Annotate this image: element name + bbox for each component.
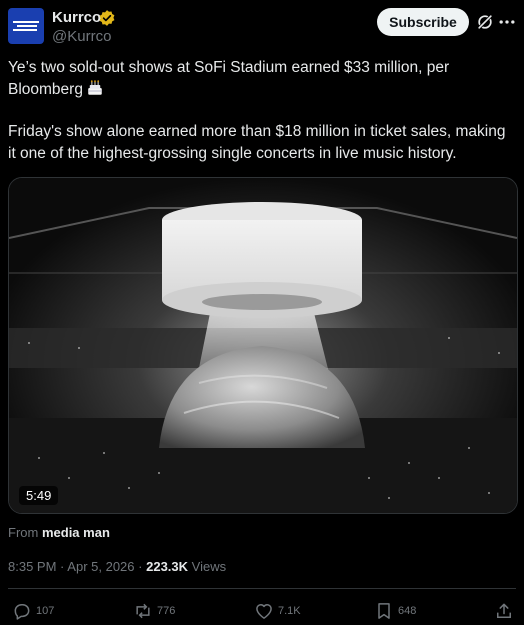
avatar[interactable] [8, 8, 44, 44]
source-prefix: From [8, 525, 39, 540]
repost-count: 776 [157, 605, 176, 617]
bookmark-count: 648 [398, 605, 417, 617]
tweet-text: Ye’s two sold-out shows at SoFi Stadium … [8, 57, 516, 185]
repost-icon [136, 603, 150, 619]
views-label: Views [191, 559, 227, 574]
repost-button[interactable]: 776 [133, 600, 175, 622]
bookmark-button[interactable]: 648 [374, 600, 416, 622]
like-button[interactable]: 7.1K [254, 600, 301, 622]
divider [8, 588, 516, 589]
video-player[interactable]: 5:49 [8, 177, 518, 514]
bookmark-icon [378, 603, 390, 619]
meta-separator: · [60, 559, 65, 574]
more-options-icon[interactable] [497, 12, 517, 32]
share-icon [497, 603, 511, 618]
like-count: 7.1K [278, 605, 301, 617]
tweet-paragraph-1-text: Ye’s two sold-out shows at SoFi Stadium … [8, 59, 450, 98]
heart-icon [256, 604, 272, 619]
tweet-date[interactable]: Apr 5, 2026 [67, 559, 134, 574]
birthday-cake-emoji-icon [88, 80, 102, 95]
author-name[interactable]: Kurrco [52, 9, 101, 26]
tweet-time[interactable]: 8:35 PM [8, 559, 56, 574]
verified-badge-icon [99, 10, 115, 26]
subscribe-button[interactable]: Subscribe [377, 8, 469, 36]
video-duration-badge: 5:49 [19, 486, 59, 505]
concert-video-thumbnail [9, 178, 517, 513]
share-button[interactable] [494, 600, 518, 622]
tweet-paragraph-1: Ye’s two sold-out shows at SoFi Stadium … [8, 57, 516, 101]
grok-icon[interactable] [475, 12, 495, 32]
tweet-paragraph-2: Friday's show alone earned more than $18… [8, 123, 506, 162]
source-attribution: From media man [8, 525, 110, 540]
views-count: 223.3K [146, 559, 189, 574]
author-handle[interactable]: @Kurrco [52, 28, 111, 45]
tweet-meta: 8:35 PM · Apr 5, 2026 · 223.3K Views [8, 559, 226, 574]
source-name-link[interactable]: media man [42, 525, 110, 540]
reply-count: 107 [36, 605, 55, 617]
reply-icon [14, 604, 30, 620]
meta-separator: · [138, 559, 143, 574]
reply-button[interactable]: 107 [12, 600, 54, 622]
